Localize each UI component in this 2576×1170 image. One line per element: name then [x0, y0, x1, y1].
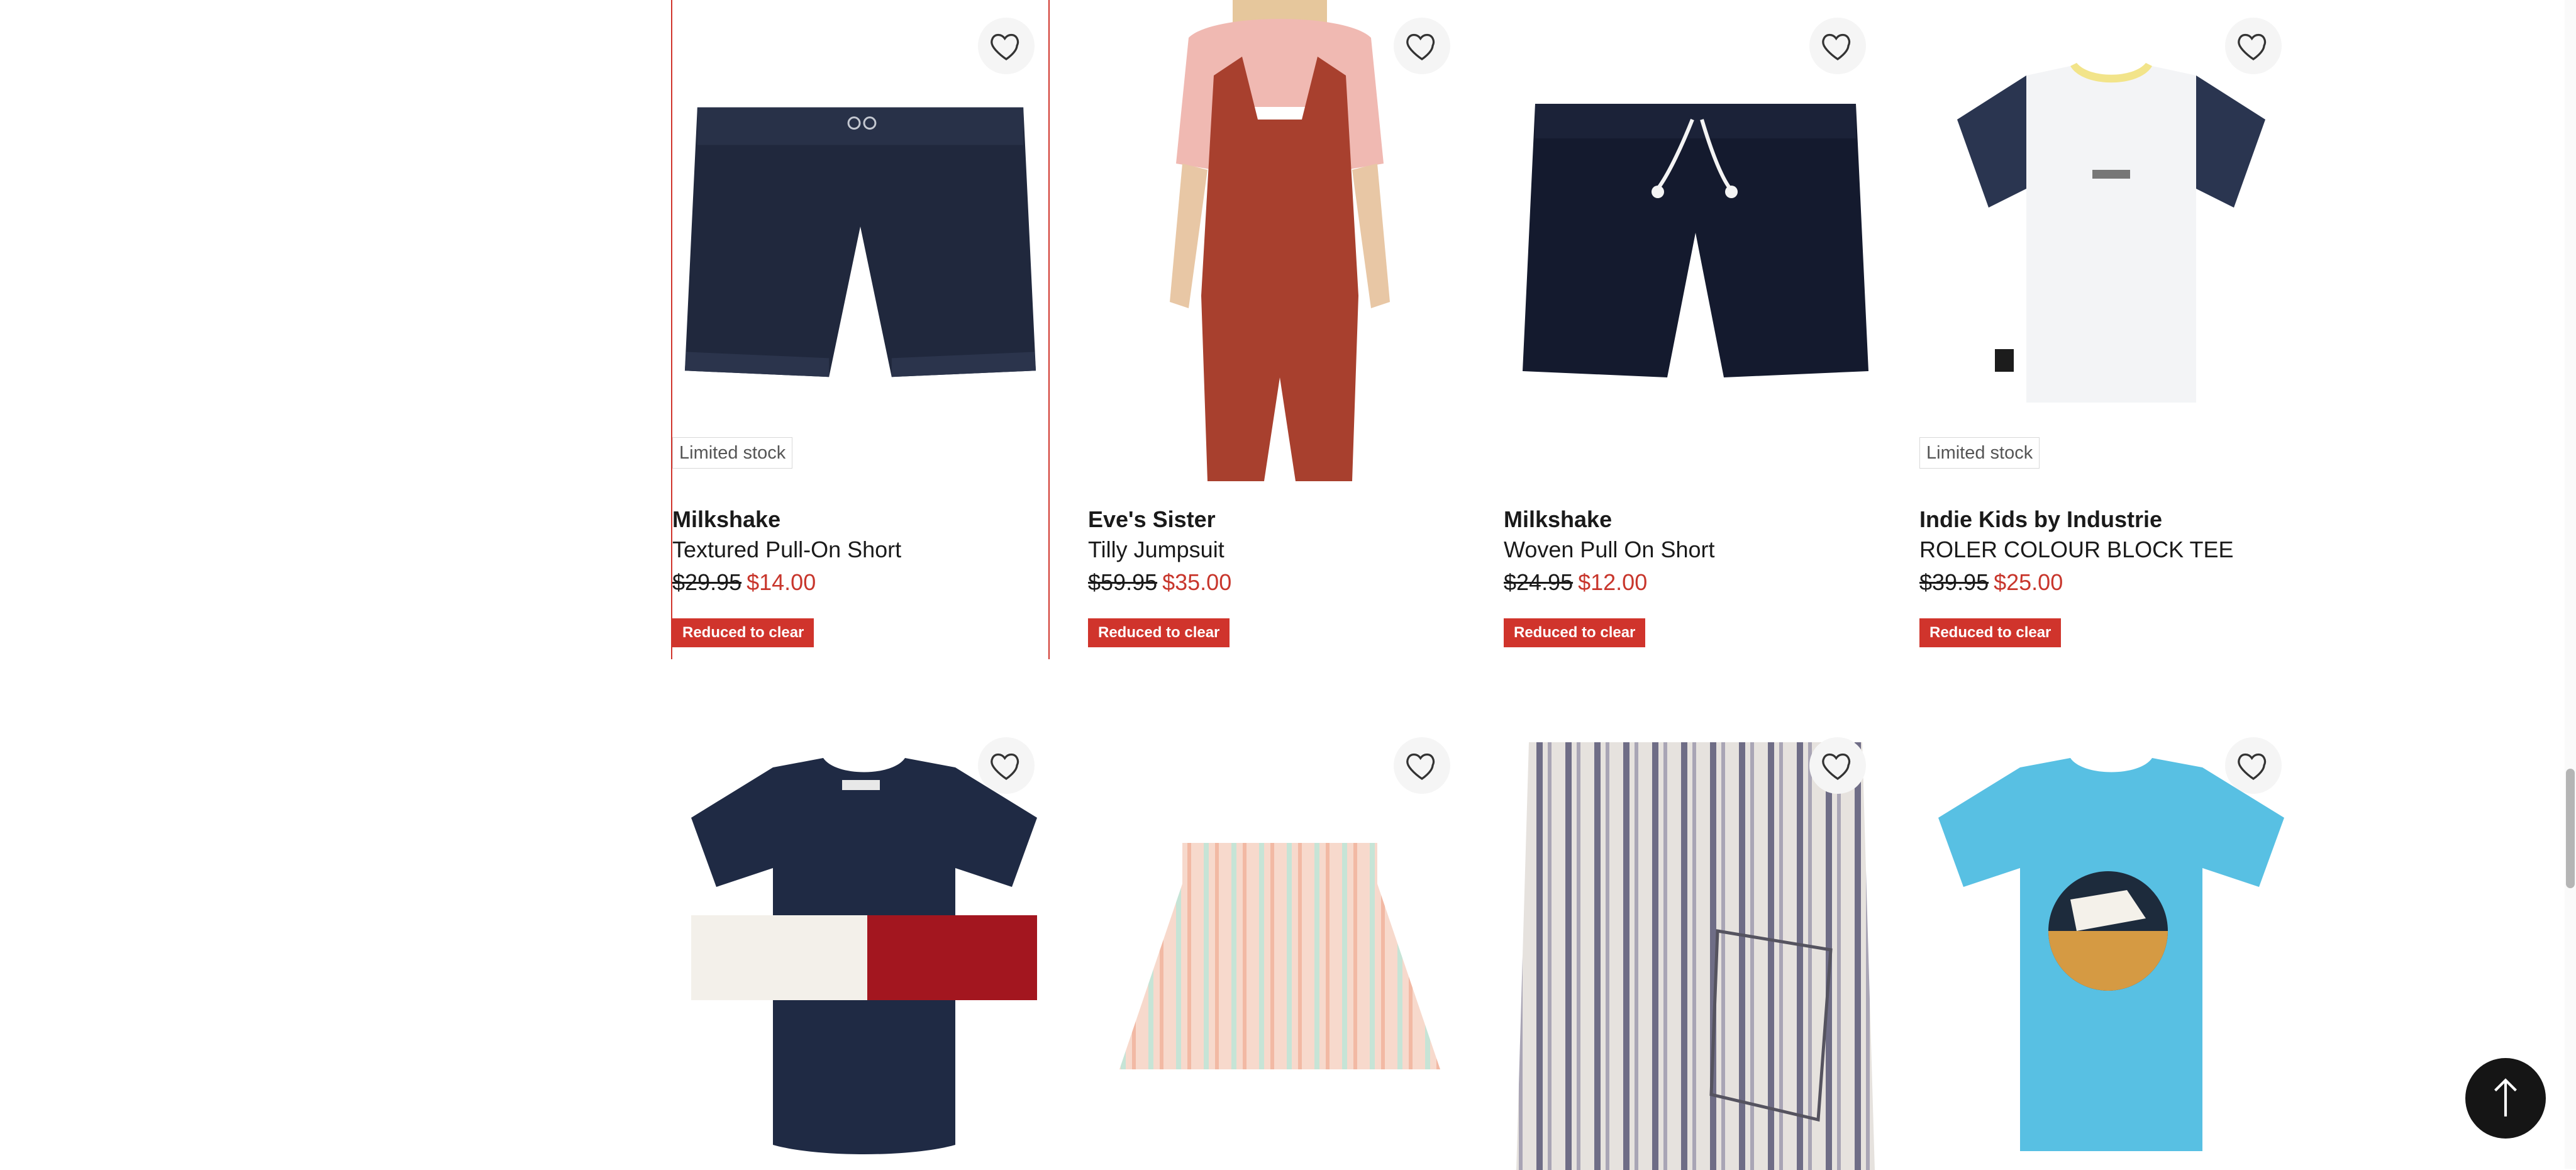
product-image [1938, 758, 2284, 1151]
was-price: $59.95 [1088, 569, 1158, 595]
heart-icon [1822, 753, 1851, 780]
heart-icon [1406, 753, 1435, 780]
product-name[interactable]: ROLER COLOUR BLOCK TEE [1919, 537, 2233, 563]
wishlist-button[interactable] [2225, 18, 2282, 74]
product-brand[interactable]: Milkshake [672, 506, 780, 533]
product-image [691, 758, 1037, 1154]
page-scrollbar[interactable] [2565, 0, 2576, 1169]
promo-badge: Reduced to clear [1919, 618, 2062, 647]
product-image [1119, 843, 1440, 1069]
product-name[interactable]: Textured Pull-On Short [672, 537, 901, 563]
promo-badge: Reduced to clear [1504, 618, 1646, 647]
heart-icon [1822, 33, 1851, 60]
product-brand[interactable]: Eve's Sister [1088, 506, 1216, 533]
wishlist-button[interactable] [1809, 737, 1866, 794]
sale-price: $14.00 [747, 569, 816, 595]
product-name[interactable]: Tilly Jumpsuit [1088, 537, 1224, 563]
sale-price: $25.00 [1994, 569, 2063, 595]
pastel-stripe-skirt-image[interactable] [1088, 742, 1473, 1170]
wishlist-button[interactable] [1394, 737, 1450, 794]
stock-badge: Limited stock [672, 437, 793, 469]
wishlist-button[interactable] [1394, 18, 1450, 74]
arrow-up-icon [2494, 1078, 2517, 1117]
product-image [684, 107, 1036, 377]
product-price: $24.95 $12.00 [1504, 569, 1647, 596]
product-card[interactable]: Limited stock Indie Kids by Industrie RO… [1919, 0, 2304, 659]
stock-badge: Limited stock [1919, 437, 2040, 469]
heart-icon [2238, 753, 2267, 780]
navy-pull-on-shorts-image[interactable] [672, 0, 1048, 481]
sale-price: $12.00 [1578, 569, 1648, 595]
was-price: $24.95 [1504, 569, 1574, 595]
product-grid: Limited stock Milkshake Textured Pull-On… [0, 0, 2576, 1170]
product-card[interactable]: Eve's Sister Tilly Jumpsuit $59.95 $35.00… [1088, 0, 1473, 659]
heart-icon [1406, 33, 1435, 60]
product-card[interactable]: Limited stock Milkshake Textured Pull-On… [671, 0, 1050, 659]
scrollbar-thumb[interactable] [2566, 769, 2575, 888]
product-price: $59.95 $35.00 [1088, 569, 1231, 596]
back-to-top-button[interactable] [2465, 1058, 2546, 1139]
product-brand[interactable]: Indie Kids by Industrie [1919, 506, 2162, 533]
promo-badge: Reduced to clear [672, 618, 814, 647]
product-brand[interactable]: Milkshake [1504, 506, 1612, 533]
wishlist-button[interactable] [978, 737, 1035, 794]
product-price: $39.95 $25.00 [1919, 569, 2063, 596]
promo-badge: Reduced to clear [1088, 618, 1230, 647]
heart-icon [2238, 33, 2267, 60]
wishlist-button[interactable] [978, 18, 1035, 74]
was-price: $29.95 [672, 569, 742, 595]
product-card[interactable]: Milkshake Woven Pull On Short $24.95 $12.… [1504, 0, 1889, 659]
wishlist-button[interactable] [2225, 737, 2282, 794]
product-image [1516, 742, 1875, 1170]
navy-flag-tee-image[interactable] [672, 742, 1057, 1170]
heart-icon [991, 753, 1019, 780]
wishlist-button[interactable] [1809, 18, 1866, 74]
aqua-graphic-tee-image[interactable] [1919, 742, 2304, 1170]
product-price: $29.95 $14.00 [672, 569, 816, 596]
product-name[interactable]: Woven Pull On Short [1504, 537, 1715, 563]
striped-linen-shorts-image[interactable] [1504, 742, 1889, 1170]
sale-price: $35.00 [1162, 569, 1232, 595]
heart-icon [991, 33, 1019, 60]
was-price: $39.95 [1919, 569, 1989, 595]
